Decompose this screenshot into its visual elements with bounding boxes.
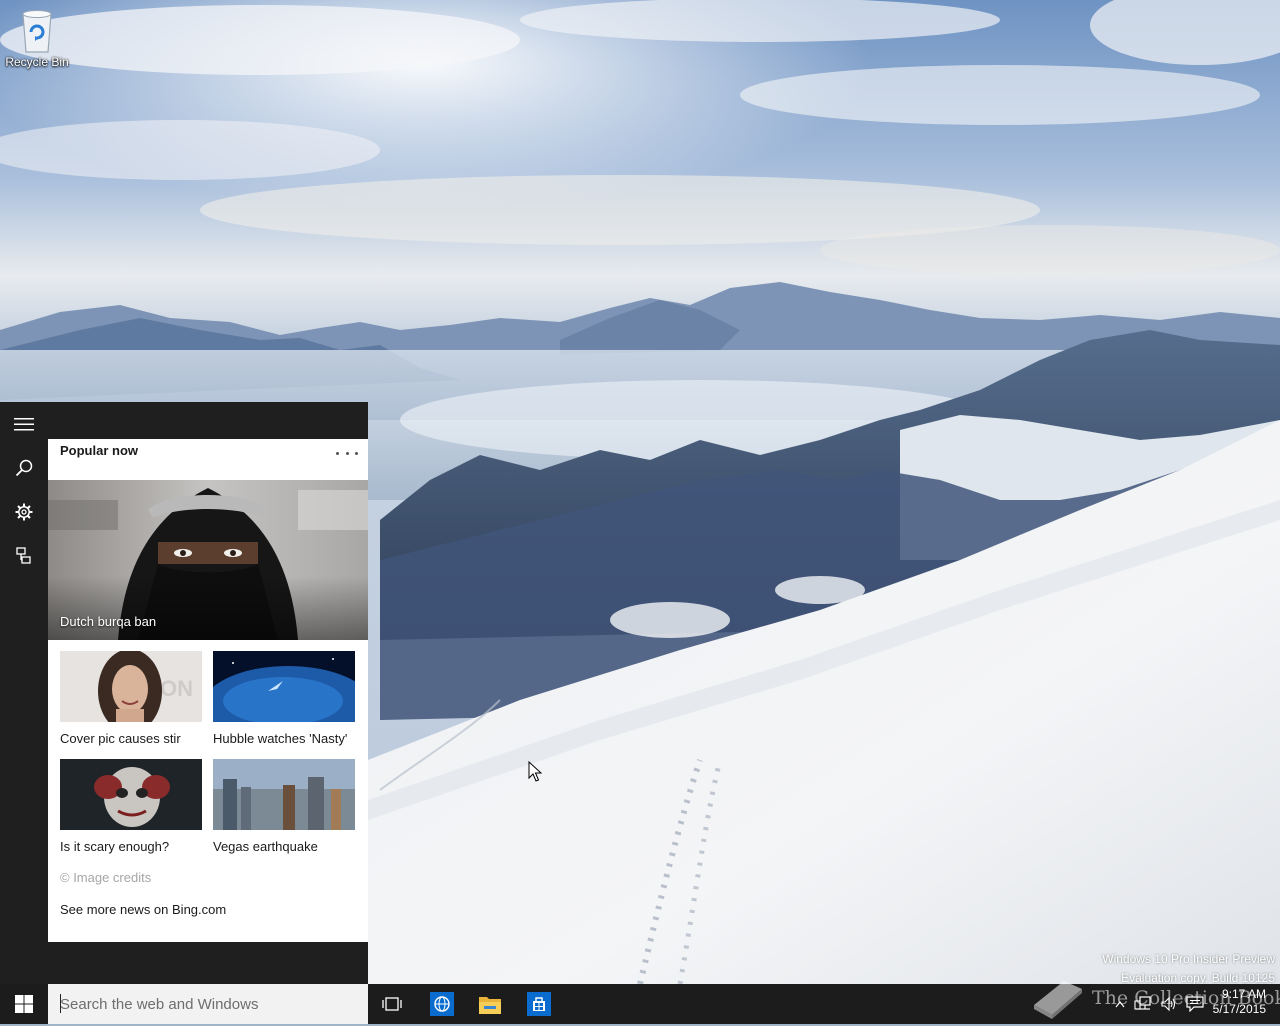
cortana-side-rail — [0, 402, 48, 984]
file-explorer-icon — [479, 997, 501, 1014]
file-explorer-button[interactable] — [468, 984, 512, 1024]
internet-explorer-icon — [430, 992, 454, 1016]
internet-explorer-button[interactable] — [420, 984, 464, 1024]
taskbar-search-input[interactable] — [48, 984, 368, 1024]
watermark-line-1: Windows 10 Pro Insider Preview — [1102, 952, 1275, 966]
mouse-pointer-icon — [528, 761, 542, 782]
news-thumbnail-image — [60, 759, 202, 830]
hero-news-item[interactable]: Dutch burqa ban — [48, 480, 368, 640]
cortana-footer-bar — [48, 942, 368, 984]
news-item-scary[interactable]: Is it scary enough? — [60, 759, 202, 854]
news-item-caption: Cover pic causes stir — [60, 731, 181, 746]
hamburger-menu-icon — [14, 418, 34, 431]
news-thumbnail-image — [213, 759, 355, 830]
book-logo-icon — [1034, 981, 1082, 1019]
card-title: Popular now — [60, 443, 138, 458]
recycle-bin-label: Recycle Bin — [5, 55, 69, 69]
more-news-link[interactable]: See more news on Bing.com — [60, 902, 226, 917]
recycle-bin-icon — [22, 10, 52, 53]
task-view-icon — [382, 997, 402, 1011]
news-item-hubble[interactable]: Hubble watches 'Nasty' — [213, 651, 355, 746]
start-button[interactable] — [0, 984, 48, 1024]
windows-logo-icon — [15, 995, 33, 1013]
news-thumbnail-image — [213, 651, 355, 722]
svg-text:ON: ON — [160, 676, 193, 701]
more-options-button[interactable] — [336, 443, 358, 463]
news-item-caption: Vegas earthquake — [213, 839, 318, 854]
news-item-cover-pic[interactable]: ON Cover pic causes stir — [60, 651, 202, 746]
store-icon — [527, 992, 551, 1016]
search-text-caret — [60, 994, 61, 1013]
recycle-bin-shortcut[interactable]: Recycle Bin — [4, 8, 70, 69]
rail-feedback-button[interactable] — [0, 534, 48, 578]
overlay-logo-text: The Collection Book — [1092, 987, 1280, 1009]
hero-caption: Dutch burqa ban — [60, 614, 157, 629]
news-thumbnail-image: ON — [60, 651, 202, 722]
rail-search-button[interactable] — [0, 446, 48, 490]
rail-settings-button[interactable] — [0, 490, 48, 534]
news-item-caption: Is it scary enough? — [60, 839, 170, 854]
search-icon — [15, 459, 33, 477]
cortana-header-bar — [48, 402, 368, 439]
hamburger-menu-button[interactable] — [0, 402, 48, 446]
collection-book-watermark: The Collection Book — [1030, 975, 1280, 1023]
popular-now-card: Popular now Dutch burqa ban ON Cover pic… — [48, 439, 368, 942]
store-button[interactable] — [517, 984, 561, 1024]
feedback-icon — [16, 547, 31, 564]
gear-icon — [15, 503, 33, 521]
news-item-caption: Hubble watches 'Nasty' — [213, 731, 348, 746]
image-credits-link[interactable]: © Image credits — [60, 870, 151, 885]
news-item-vegas[interactable]: Vegas earthquake — [213, 759, 355, 854]
task-view-button[interactable] — [372, 984, 412, 1024]
